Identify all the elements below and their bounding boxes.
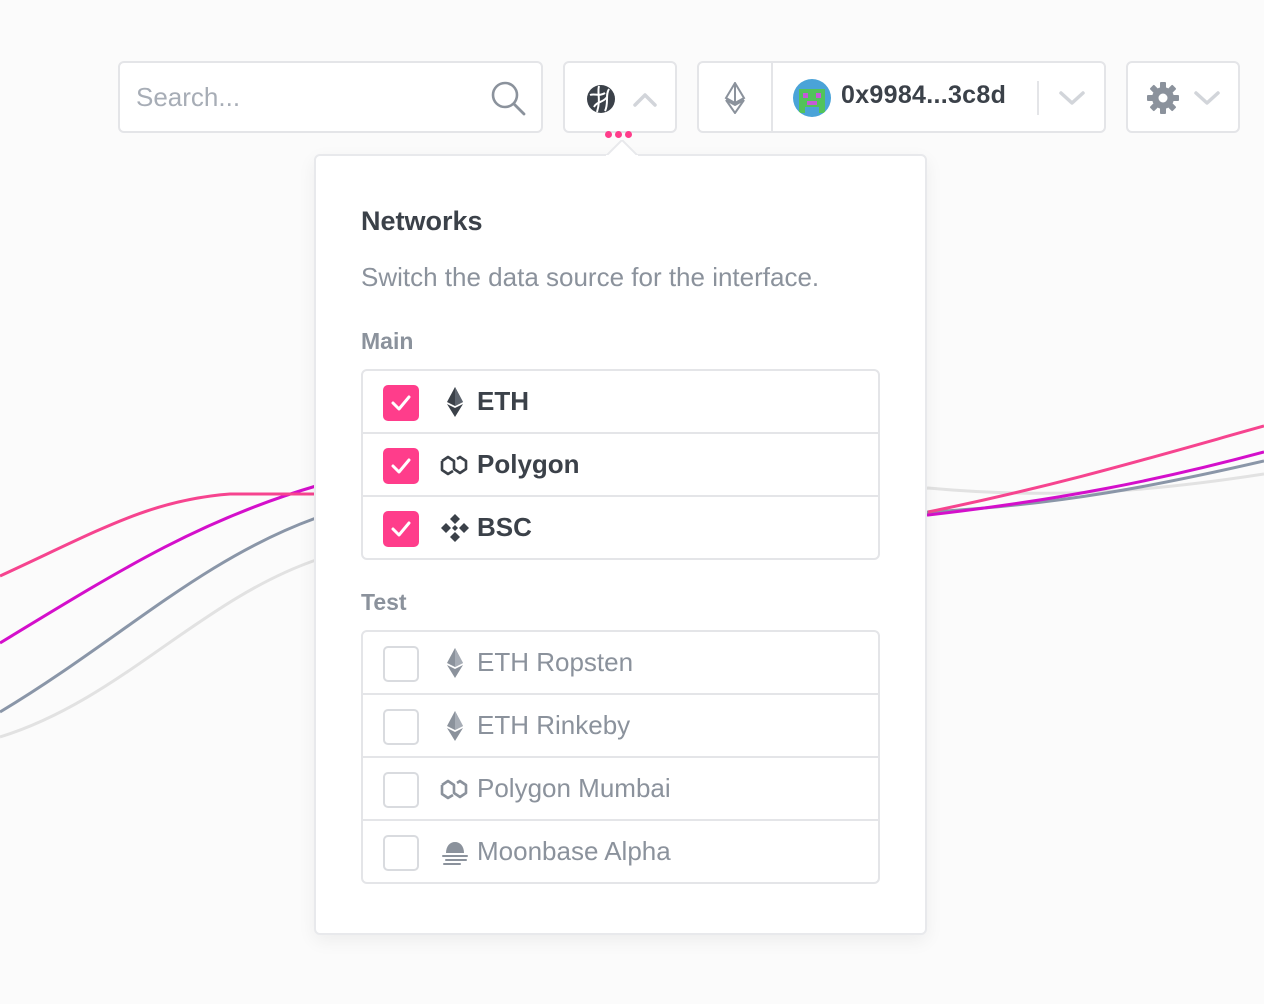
check-icon [391, 395, 411, 411]
ethereum-icon [724, 82, 746, 114]
group-label-test: Test [361, 589, 407, 615]
dropdown-caret [606, 140, 638, 158]
ethereum-icon [447, 387, 463, 417]
check-icon [391, 458, 411, 474]
network-row-polygon-mumbai[interactable]: Polygon Mumbai [363, 758, 878, 821]
checkbox-moonbase-alpha[interactable] [383, 835, 419, 871]
network-label: BSC [477, 512, 532, 542]
search-input[interactable] [136, 63, 476, 131]
avatar[interactable] [793, 79, 831, 117]
group-label-main: Main [361, 328, 414, 354]
network-row-eth-ropsten[interactable]: ETH Ropsten [363, 632, 878, 695]
network-list-test: ETH Ropsten ETH Rinkeby Polygon Mumbai M… [361, 630, 880, 884]
divider [1037, 81, 1039, 115]
polygon-icon [440, 779, 468, 800]
checkbox-eth[interactable] [383, 385, 419, 421]
account-box: 0x9984...3c8d [697, 61, 1106, 133]
network-list-main: ETH Polygon BSC [361, 369, 880, 560]
checkbox-polygon[interactable] [383, 448, 419, 484]
checkbox-polygon-mumbai[interactable] [383, 772, 419, 808]
active-networks-indicator [605, 125, 639, 138]
checkbox-eth-rinkeby[interactable] [383, 709, 419, 745]
moonbeam-icon [442, 842, 468, 865]
globe-icon [587, 85, 615, 113]
network-label: ETH Ropsten [477, 647, 634, 677]
chevron-down-icon[interactable] [1057, 88, 1087, 108]
account-address[interactable]: 0x9984...3c8d [841, 81, 1006, 110]
network-row-eth[interactable]: ETH [363, 371, 878, 434]
polygon-icon [440, 455, 468, 476]
settings-button[interactable] [1126, 61, 1240, 133]
network-row-polygon[interactable]: Polygon [363, 434, 878, 497]
network-row-eth-rinkeby[interactable]: ETH Rinkeby [363, 695, 878, 758]
chevron-up-icon [633, 93, 657, 107]
checkbox-eth-ropsten[interactable] [383, 646, 419, 682]
network-label: ETH Rinkeby [477, 710, 631, 740]
network-selector-button[interactable] [563, 61, 677, 138]
network-label: Polygon Mumbai [477, 773, 671, 803]
network-row-bsc[interactable]: BSC [363, 497, 878, 558]
search-icon[interactable] [489, 79, 527, 117]
network-label: ETH [477, 386, 529, 416]
checkbox-bsc[interactable] [383, 511, 419, 547]
bsc-icon [441, 514, 469, 542]
network-label: Moonbase Alpha [477, 836, 671, 866]
chevron-down-icon [1194, 91, 1220, 105]
search-box [118, 61, 543, 133]
network-label: Polygon [477, 449, 580, 479]
ethereum-icon [447, 648, 463, 678]
check-icon [391, 521, 411, 537]
chain-indicator[interactable] [699, 63, 773, 131]
networks-title: Networks [361, 206, 483, 236]
gear-icon [1147, 82, 1179, 114]
network-row-moonbase-alpha[interactable]: Moonbase Alpha [363, 821, 878, 882]
networks-subtitle: Switch the data source for the interface… [361, 262, 820, 292]
ethereum-icon [447, 711, 463, 741]
networks-dropdown: Networks Switch the data source for the … [314, 154, 927, 935]
